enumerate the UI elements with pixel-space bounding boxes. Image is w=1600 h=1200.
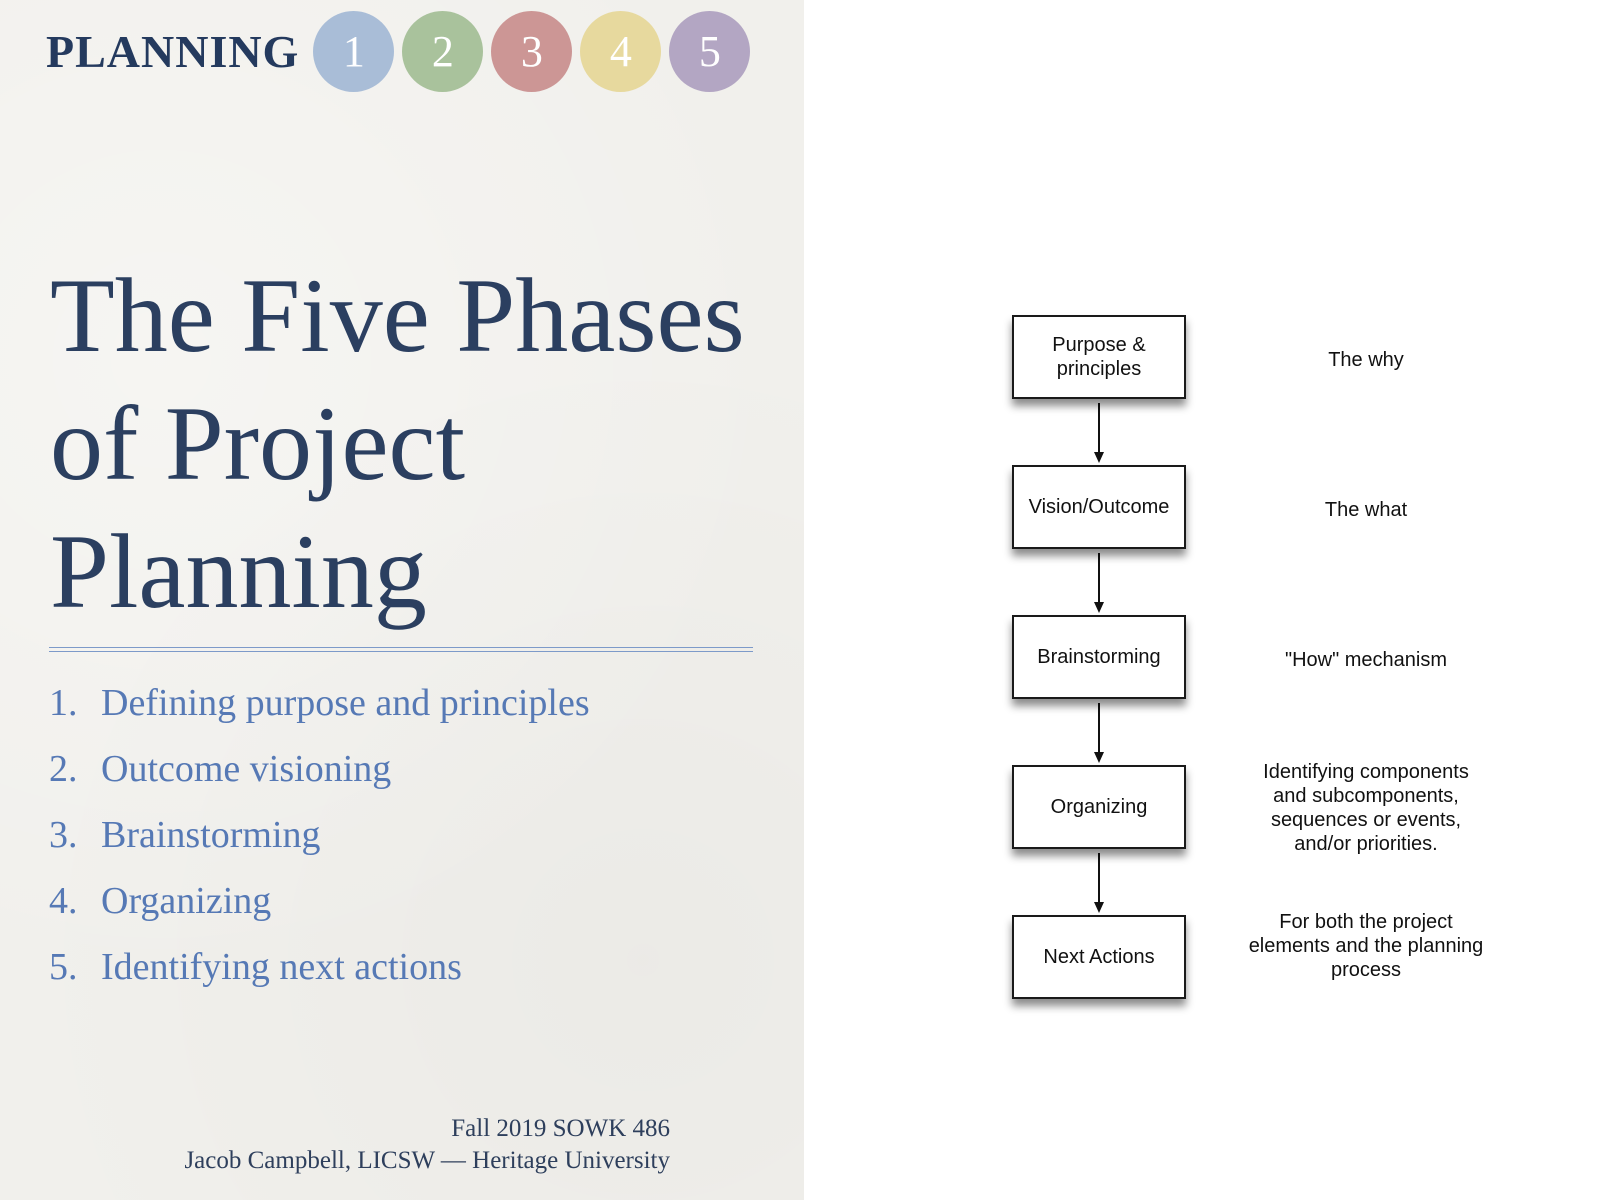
- flow-box-next-actions: Next Actions: [1012, 915, 1186, 999]
- flow-desc-organizing: Identifying components and subcomponents…: [1263, 761, 1469, 855]
- slide-page: PLANNING 1 2 3 4 5 The Five Phases of Pr…: [0, 0, 1600, 1200]
- flow-box-organizing: Organizing: [1012, 765, 1186, 849]
- flow-desc-purpose: The why: [1328, 349, 1404, 371]
- flow-diagram: Purpose & principles Vision/Outcome Brai…: [0, 0, 1600, 1200]
- flow-desc-next-actions: For both the project elements and the pl…: [1248, 911, 1484, 981]
- flow-box-purpose: Purpose & principles: [1012, 315, 1186, 399]
- arrowhead-icon: [1094, 602, 1104, 613]
- arrowhead-icon: [1094, 752, 1104, 763]
- arrowhead-icon: [1094, 452, 1104, 463]
- flow-box-brainstorming: Brainstorming: [1012, 615, 1186, 699]
- arrowhead-icon: [1094, 902, 1104, 913]
- flow-desc-vision: The what: [1324, 499, 1408, 521]
- flow-box-vision: Vision/Outcome: [1012, 465, 1186, 549]
- flow-desc-brainstorming: "How" mechanism: [1284, 649, 1448, 671]
- flow-arrows: [1094, 403, 1104, 913]
